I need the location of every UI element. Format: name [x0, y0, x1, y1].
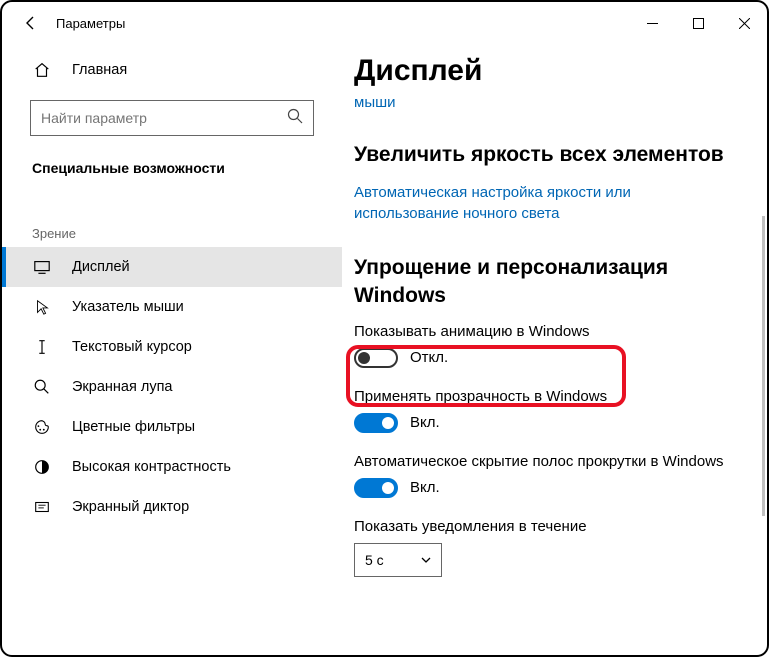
sidebar-item-label: Высокая контрастность [72, 459, 231, 475]
display-icon [32, 257, 52, 277]
sidebar-item-contrast[interactable]: Высокая контрастность [2, 447, 342, 487]
magnifier-icon [32, 377, 52, 397]
home-label: Главная [72, 62, 127, 78]
group-title: Зрение [2, 196, 342, 247]
palette-icon [32, 417, 52, 437]
sidebar-item-narrator[interactable]: Экранный диктор [2, 487, 342, 527]
toggle-state: Вкл. [410, 414, 440, 431]
section-brightness: Увеличить яркость всех элементов [354, 141, 743, 168]
sidebar-item-label: Цветные фильтры [72, 419, 195, 435]
scrollbar[interactable] [762, 216, 765, 516]
section-title: Специальные возможности [2, 150, 342, 196]
sidebar-item-label: Текстовый курсор [72, 339, 192, 355]
toggle-animation[interactable] [354, 348, 398, 368]
sidebar-item-magnifier[interactable]: Экранная лупа [2, 367, 342, 407]
setting-label-animation: Показывать анимацию в Windows [354, 323, 743, 340]
section-simplify: Упрощение и персонализация Windows [354, 254, 743, 309]
text-cursor-icon [32, 337, 52, 357]
maximize-button[interactable] [675, 2, 721, 44]
home-button[interactable]: Главная [2, 50, 342, 90]
chevron-down-icon [421, 552, 431, 568]
sidebar-item-text-cursor[interactable]: Текстовый курсор [2, 327, 342, 367]
notification-duration-select[interactable]: 5 с [354, 543, 442, 577]
window-title: Параметры [56, 16, 125, 31]
sidebar-item-label: Экранный диктор [72, 499, 189, 515]
sidebar: Главная Специальные возможности Зрение Д… [2, 44, 342, 655]
cursor-icon [32, 297, 52, 317]
back-button[interactable] [12, 4, 50, 42]
toggle-state: Вкл. [410, 479, 440, 496]
page-title: Дисплей [354, 54, 743, 88]
setting-label-notifications: Показать уведомления в течение [354, 518, 743, 535]
setting-label-scrollbars: Автоматическое скрытие полос прокрутки в… [354, 453, 743, 470]
search-field[interactable] [41, 110, 287, 126]
toggle-state: Откл. [410, 349, 448, 366]
main-panel: Дисплей мыши Увеличить яркость всех элем… [342, 44, 767, 655]
home-icon [32, 60, 52, 80]
sidebar-item-display[interactable]: Дисплей [2, 247, 342, 287]
minimize-button[interactable] [629, 2, 675, 44]
close-button[interactable] [721, 2, 767, 44]
select-value: 5 с [365, 552, 384, 568]
sidebar-item-color-filters[interactable]: Цветные фильтры [2, 407, 342, 447]
sidebar-item-label: Указатель мыши [72, 299, 184, 315]
link-brightness[interactable]: Автоматическая настройка яркости или исп… [354, 182, 734, 224]
search-icon [287, 108, 303, 129]
narrator-icon [32, 497, 52, 517]
sidebar-item-label: Экранная лупа [72, 379, 172, 395]
setting-label-transparency: Применять прозрачность в Windows [354, 388, 743, 405]
sidebar-item-cursor[interactable]: Указатель мыши [2, 287, 342, 327]
contrast-icon [32, 457, 52, 477]
search-input[interactable] [30, 100, 314, 136]
toggle-transparency[interactable] [354, 413, 398, 433]
sidebar-item-label: Дисплей [72, 259, 130, 275]
toggle-scrollbars[interactable] [354, 478, 398, 498]
partial-link[interactable]: мыши [354, 94, 743, 111]
